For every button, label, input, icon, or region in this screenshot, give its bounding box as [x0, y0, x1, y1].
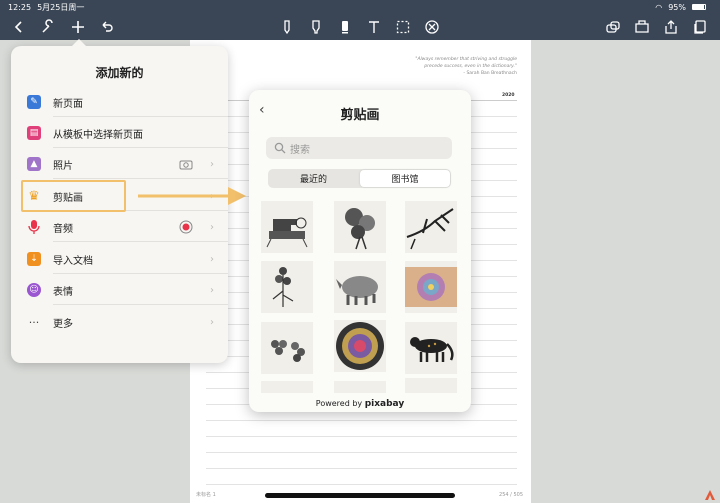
menu-item-label: 从模板中选择新页面	[53, 129, 143, 141]
clipart-ornament[interactable]	[334, 381, 386, 393]
import-icon: ⇣	[27, 252, 41, 266]
clipart-flower-bouquet[interactable]	[334, 201, 386, 253]
record-icon[interactable]	[178, 220, 194, 234]
menu-title: 添加新的	[95, 66, 144, 80]
search-placeholder: 搜索	[290, 144, 310, 156]
powered-by: Powered by pixabay	[249, 399, 471, 409]
clipart-tree-branch[interactable]	[405, 201, 457, 253]
watermark-logo-icon	[705, 490, 715, 500]
status-time: 12:25	[8, 2, 32, 12]
highlight-box	[21, 180, 126, 212]
quote-line-2: precede success, even in the dictionary.…	[424, 64, 517, 69]
menu-item-label: 表情	[53, 286, 73, 298]
chevron-right-icon: ›	[210, 284, 214, 296]
text-icon[interactable]	[364, 17, 384, 37]
menu-item-import[interactable]: ⇣ 导入文档 ›	[11, 244, 228, 274]
menu-item-emoji[interactable]: ☺ 表情 ›	[11, 275, 228, 305]
menu-item-label: 新页面	[53, 98, 83, 110]
search-input[interactable]: 搜索	[266, 137, 452, 159]
battery-icon	[692, 4, 706, 10]
chevron-right-icon: ›	[210, 158, 214, 170]
template-icon: ▤	[27, 126, 41, 140]
menu-item-label: 照片	[53, 160, 73, 172]
clipart-rose-window[interactable]	[334, 320, 386, 372]
segmented-control: 最近的 图书馆	[268, 169, 451, 188]
page-quote: "Always remember that striving and strug…	[367, 56, 517, 77]
menu-item-label: 更多	[53, 318, 73, 330]
menu-item-photo[interactable]: ▲ 照片 ›	[11, 149, 228, 179]
powered-by-label: Powered by	[315, 399, 363, 408]
status-bar: 12:25 5月25日周一 ◠ 95%	[0, 0, 720, 14]
battery-percent: 95%	[668, 2, 686, 12]
share-icon[interactable]	[661, 17, 681, 37]
panel-title: 剪贴画	[340, 108, 380, 123]
undo-icon[interactable]	[97, 17, 117, 37]
tab-recent[interactable]: 最近的	[268, 169, 359, 188]
menu-item-label: 音频	[53, 223, 73, 235]
shape-icon[interactable]	[422, 17, 442, 37]
layers-icon[interactable]	[603, 17, 623, 37]
quote-line-1: "Always remember that striving and strug…	[415, 57, 517, 62]
highlighter-icon[interactable]	[306, 17, 326, 37]
chevron-right-icon: ›	[210, 316, 214, 328]
photo-icon: ▲	[27, 157, 41, 171]
clipart-rhinoceros[interactable]	[334, 261, 386, 313]
new-page-icon: ✎	[27, 95, 41, 109]
search-icon	[274, 142, 286, 154]
menu-item-label: 导入文档	[53, 255, 93, 267]
menu-item-audio[interactable]: 音频 ›	[11, 212, 228, 242]
more-icon: ···	[28, 315, 40, 329]
tab-library[interactable]: 图书馆	[360, 170, 450, 187]
clipart-leopard[interactable]	[405, 322, 457, 374]
pages-icon[interactable]	[690, 17, 710, 37]
emoji-icon: ☺	[27, 283, 41, 297]
bookmark-icon[interactable]	[632, 17, 652, 37]
clipart-grapes[interactable]	[261, 322, 313, 374]
back-icon[interactable]	[9, 17, 29, 37]
page-number: 254 / 505	[499, 492, 523, 498]
clipart-colorful-swirl[interactable]	[405, 261, 457, 313]
pixabay-logo[interactable]: pixabay	[365, 399, 405, 409]
clipart-lilac-plant[interactable]	[261, 261, 313, 313]
clipart-crown-plant[interactable]	[405, 378, 457, 393]
camera-icon[interactable]	[178, 157, 194, 171]
clipart-panel: ‹ 剪贴画 搜索 最近的 图书馆 Powered by pixabay	[249, 90, 471, 412]
menu-item-more[interactable]: ··· 更多 ›	[11, 307, 228, 337]
clipart-sewing-machine[interactable]	[261, 201, 313, 253]
quote-author: - Sarah Ban Breathnach	[463, 71, 517, 76]
wrench-icon[interactable]	[38, 17, 58, 37]
pen-icon[interactable]	[277, 17, 297, 37]
plus-icon[interactable]	[68, 17, 88, 37]
menu-item-template[interactable]: ▤ 从模板中选择新页面	[11, 118, 228, 148]
chevron-right-icon: ›	[210, 253, 214, 265]
status-date: 5月25日周一	[37, 2, 85, 12]
toolbar	[0, 14, 720, 40]
wifi-icon: ◠	[655, 2, 663, 12]
arrow-annotation	[138, 187, 246, 205]
menu-item-new-page[interactable]: ✎ 新页面	[11, 87, 228, 117]
microphone-icon	[27, 220, 41, 234]
page-year: 2020	[502, 93, 515, 98]
clipart-mushroom[interactable]	[261, 381, 313, 393]
chevron-right-icon: ›	[210, 221, 214, 233]
eraser-icon[interactable]	[335, 17, 355, 37]
page-footer-left: 未标名 1	[196, 492, 216, 498]
lasso-icon[interactable]	[393, 17, 413, 37]
home-indicator	[265, 493, 455, 498]
